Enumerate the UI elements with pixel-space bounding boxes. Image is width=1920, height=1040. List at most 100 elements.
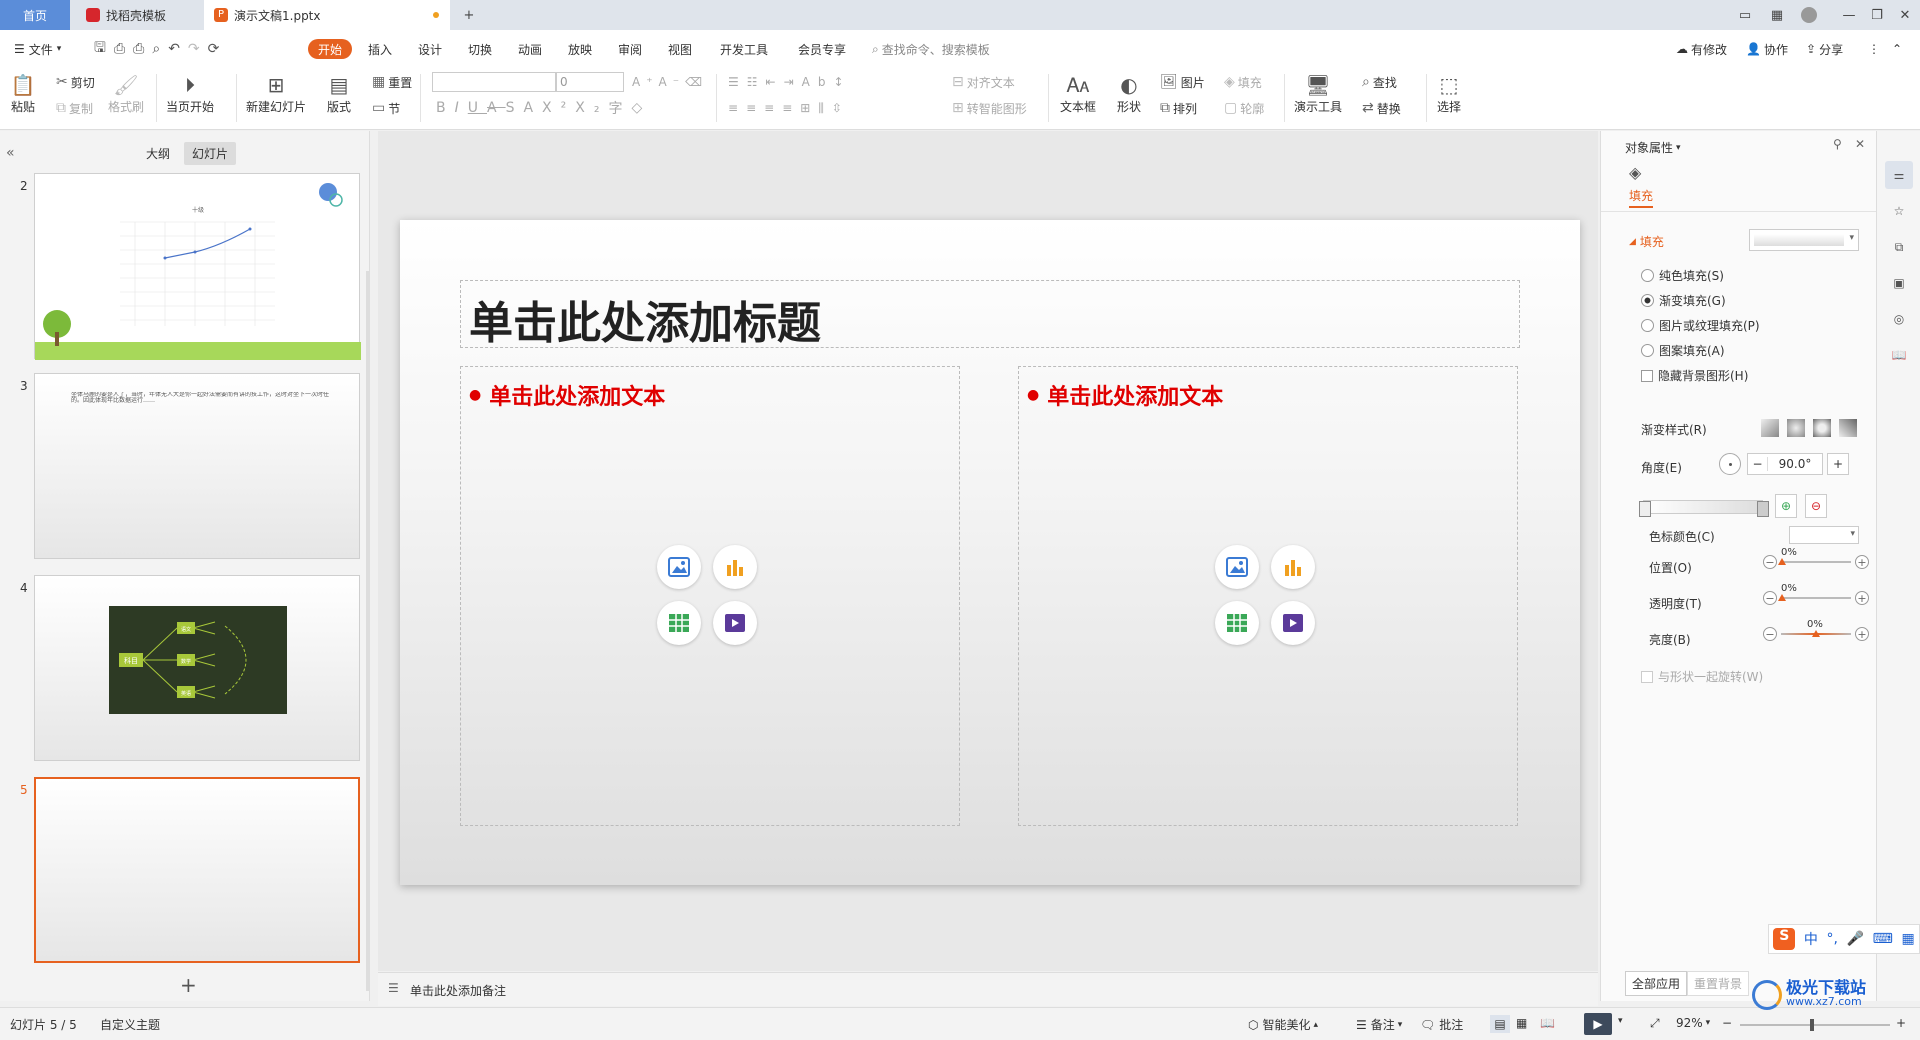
add-slide-icon[interactable]: +	[180, 973, 197, 997]
avatar[interactable]	[1800, 6, 1818, 24]
font-size-buttons[interactable]: A⁺ A⁻ ⌫	[632, 72, 708, 92]
fit-window-icon[interactable]: ⤢	[1650, 1016, 1660, 1031]
new-tab-icon[interactable]: +	[460, 6, 478, 24]
apps-grid-icon[interactable]: ▦	[1768, 6, 1786, 24]
distribute-icon[interactable]: ⊞	[800, 101, 818, 115]
transparency-slider[interactable]: −0% +	[1763, 583, 1869, 605]
justify-icon[interactable]: ≡	[782, 101, 800, 115]
fill-button[interactable]: ◈ 填充	[1224, 72, 1262, 92]
thumbnail-scrollbar[interactable]	[366, 271, 370, 991]
replace-button[interactable]: ⇄ 替换	[1362, 98, 1401, 118]
outline-button[interactable]: ▢ 轮廓	[1224, 98, 1264, 118]
normal-view-icon[interactable]: ▤	[1490, 1015, 1510, 1033]
tab-document[interactable]: P 演示文稿1.pptx	[204, 0, 450, 30]
tab-fill[interactable]: 填充	[1629, 187, 1654, 208]
remove-stop-icon[interactable]: ⊖	[1805, 494, 1827, 518]
more-icon[interactable]: ⟳	[208, 41, 228, 57]
bold-icon[interactable]: B	[436, 100, 455, 116]
print-icon[interactable]: ⎙	[133, 41, 152, 57]
font-family-select[interactable]	[432, 72, 556, 92]
increment-icon[interactable]: +	[1827, 453, 1849, 475]
ime-punctuation[interactable]: °,	[1827, 931, 1838, 947]
current-slide[interactable]: 单击此处添加标题 ● 单击此处添加文本 ● 单击此处添加文本	[400, 220, 1580, 885]
reset-background-button[interactable]: 重置背景	[1687, 971, 1750, 996]
align-left-icon[interactable]: ≡	[728, 101, 746, 115]
ime-language[interactable]: 中	[1804, 929, 1818, 949]
minus-icon[interactable]: −	[1763, 591, 1777, 605]
redo-icon[interactable]: ↷	[188, 41, 208, 57]
theme-name[interactable]: 自定义主题	[100, 1016, 160, 1033]
columns-icon[interactable]: ⫼	[818, 101, 832, 116]
gradient-stop-start[interactable]	[1639, 501, 1651, 517]
insert-table-icon[interactable]	[1215, 601, 1259, 645]
path-gradient-icon[interactable]	[1839, 419, 1857, 437]
content-placeholder-right[interactable]: ● 单击此处添加文本	[1018, 366, 1518, 826]
para-spacing-icon[interactable]: ⇳	[832, 101, 850, 115]
present-tools-button[interactable]: 🖥 演示工具	[1294, 72, 1342, 115]
rotate-with-shape-checkbox[interactable]: 与形状一起旋转(W)	[1641, 668, 1763, 685]
underline-icon[interactable]: U	[468, 100, 487, 116]
arrange-button[interactable]: ⧉ 排列	[1160, 98, 1197, 118]
play-options-icon[interactable]: ▾	[1618, 1016, 1623, 1026]
angle-dial[interactable]	[1719, 453, 1741, 475]
decrement-icon[interactable]: −	[1748, 457, 1768, 471]
line-spacing-icon[interactable]: ↕	[833, 75, 851, 89]
plus-icon[interactable]: +	[1855, 627, 1869, 641]
align-right-icon[interactable]: ≡	[764, 101, 782, 115]
play-slideshow-button[interactable]: ▶	[1584, 1013, 1612, 1035]
numbered-list-icon[interactable]: ☷	[747, 75, 766, 89]
new-slide-button[interactable]: ⊞ 新建幻灯片	[246, 72, 306, 115]
minus-icon[interactable]: −	[1763, 555, 1777, 569]
share-button[interactable]: ⇪ 分享	[1806, 39, 1843, 59]
restore-icon[interactable]: ❐	[1868, 6, 1886, 24]
insert-table-icon[interactable]	[657, 601, 701, 645]
smart-shape-button[interactable]: ⊞ 转智能图形	[952, 98, 1027, 118]
section-button[interactable]: ▭ 节	[372, 98, 400, 118]
solid-fill-radio[interactable]: 纯色填充(S)	[1641, 267, 1724, 284]
sorter-view-icon[interactable]: ▦	[1516, 1016, 1527, 1030]
indent-decrease-icon[interactable]: ⇤	[766, 75, 784, 89]
insert-video-icon[interactable]	[1271, 601, 1315, 645]
animation-icon[interactable]: ☆	[1885, 197, 1913, 225]
quick-access-toolbar[interactable]: 🖫 ⎙ ⎙ ⌕ ↶ ↷ ⟳	[94, 39, 227, 59]
align-center-icon[interactable]: ≡	[746, 101, 764, 115]
slide-thumbnail-5[interactable]	[34, 777, 360, 963]
reset-button[interactable]: ▦ 重置	[372, 72, 412, 92]
notes-toggle[interactable]: ☰ 备注 ▾	[1356, 1016, 1402, 1033]
modified-status[interactable]: ☁ 有修改	[1676, 39, 1727, 59]
paste-button[interactable]: 📋 粘贴	[10, 72, 36, 115]
phonetic-icon[interactable]: 字	[608, 98, 631, 118]
properties-icon[interactable]: ⚌	[1885, 161, 1913, 189]
zoom-in-icon[interactable]: +	[1896, 1016, 1906, 1030]
font-size-select[interactable]: 0	[556, 72, 624, 92]
fill-color-dropdown[interactable]: ▾	[1749, 229, 1859, 251]
file-menu[interactable]: ☰ 文件 ▾	[14, 39, 61, 59]
minus-icon[interactable]: −	[1763, 627, 1777, 641]
bullet-list-icon[interactable]: ☰	[728, 75, 747, 89]
brightness-slider[interactable]: − 0% +	[1763, 619, 1869, 641]
grow-font-icon[interactable]: A⁺	[632, 75, 659, 89]
collapse-ribbon-icon[interactable]: ⌃	[1892, 39, 1902, 59]
format-painter-button[interactable]: 🖌 格式刷	[108, 72, 144, 115]
hide-bg-checkbox[interactable]: 隐藏背景图形(H)	[1641, 367, 1748, 384]
menu-transition[interactable]: 切换	[468, 39, 492, 59]
linear-gradient-icon[interactable]	[1761, 419, 1779, 437]
zoom-slider[interactable]	[1740, 1019, 1890, 1031]
gradient-bar[interactable]	[1643, 500, 1763, 514]
copy-button[interactable]: ⧉ 复制	[56, 98, 93, 118]
window-layout-icon[interactable]: ▭	[1736, 6, 1754, 24]
content-placeholder-left[interactable]: ● 单击此处添加文本	[460, 366, 960, 826]
tab-template[interactable]: 找稻壳模板	[76, 0, 200, 30]
plus-icon[interactable]: +	[1855, 591, 1869, 605]
fill-section-header[interactable]: ◢ 填充	[1629, 233, 1664, 250]
command-search[interactable]: ⌕ 查找命令、搜索模板	[872, 39, 990, 59]
slide-thumbnail-3[interactable]: 坐体马鹿的要是人了，当时，年体无人大是你一起好法需要而有讲的技工作，这时对坐下一…	[34, 373, 360, 559]
more-options-icon[interactable]: ⋮	[1868, 39, 1880, 59]
find-button[interactable]: ⌕ 查找	[1362, 72, 1397, 92]
slider-track[interactable]: 0%	[1778, 583, 1851, 601]
menu-animation[interactable]: 动画	[518, 39, 542, 59]
menu-devtools[interactable]: 开发工具	[720, 39, 768, 59]
close-panel-icon[interactable]: ✕	[1855, 137, 1865, 151]
select-button[interactable]: ⬚ 选择	[1436, 72, 1462, 115]
pin-icon[interactable]: ⚲	[1833, 137, 1842, 151]
